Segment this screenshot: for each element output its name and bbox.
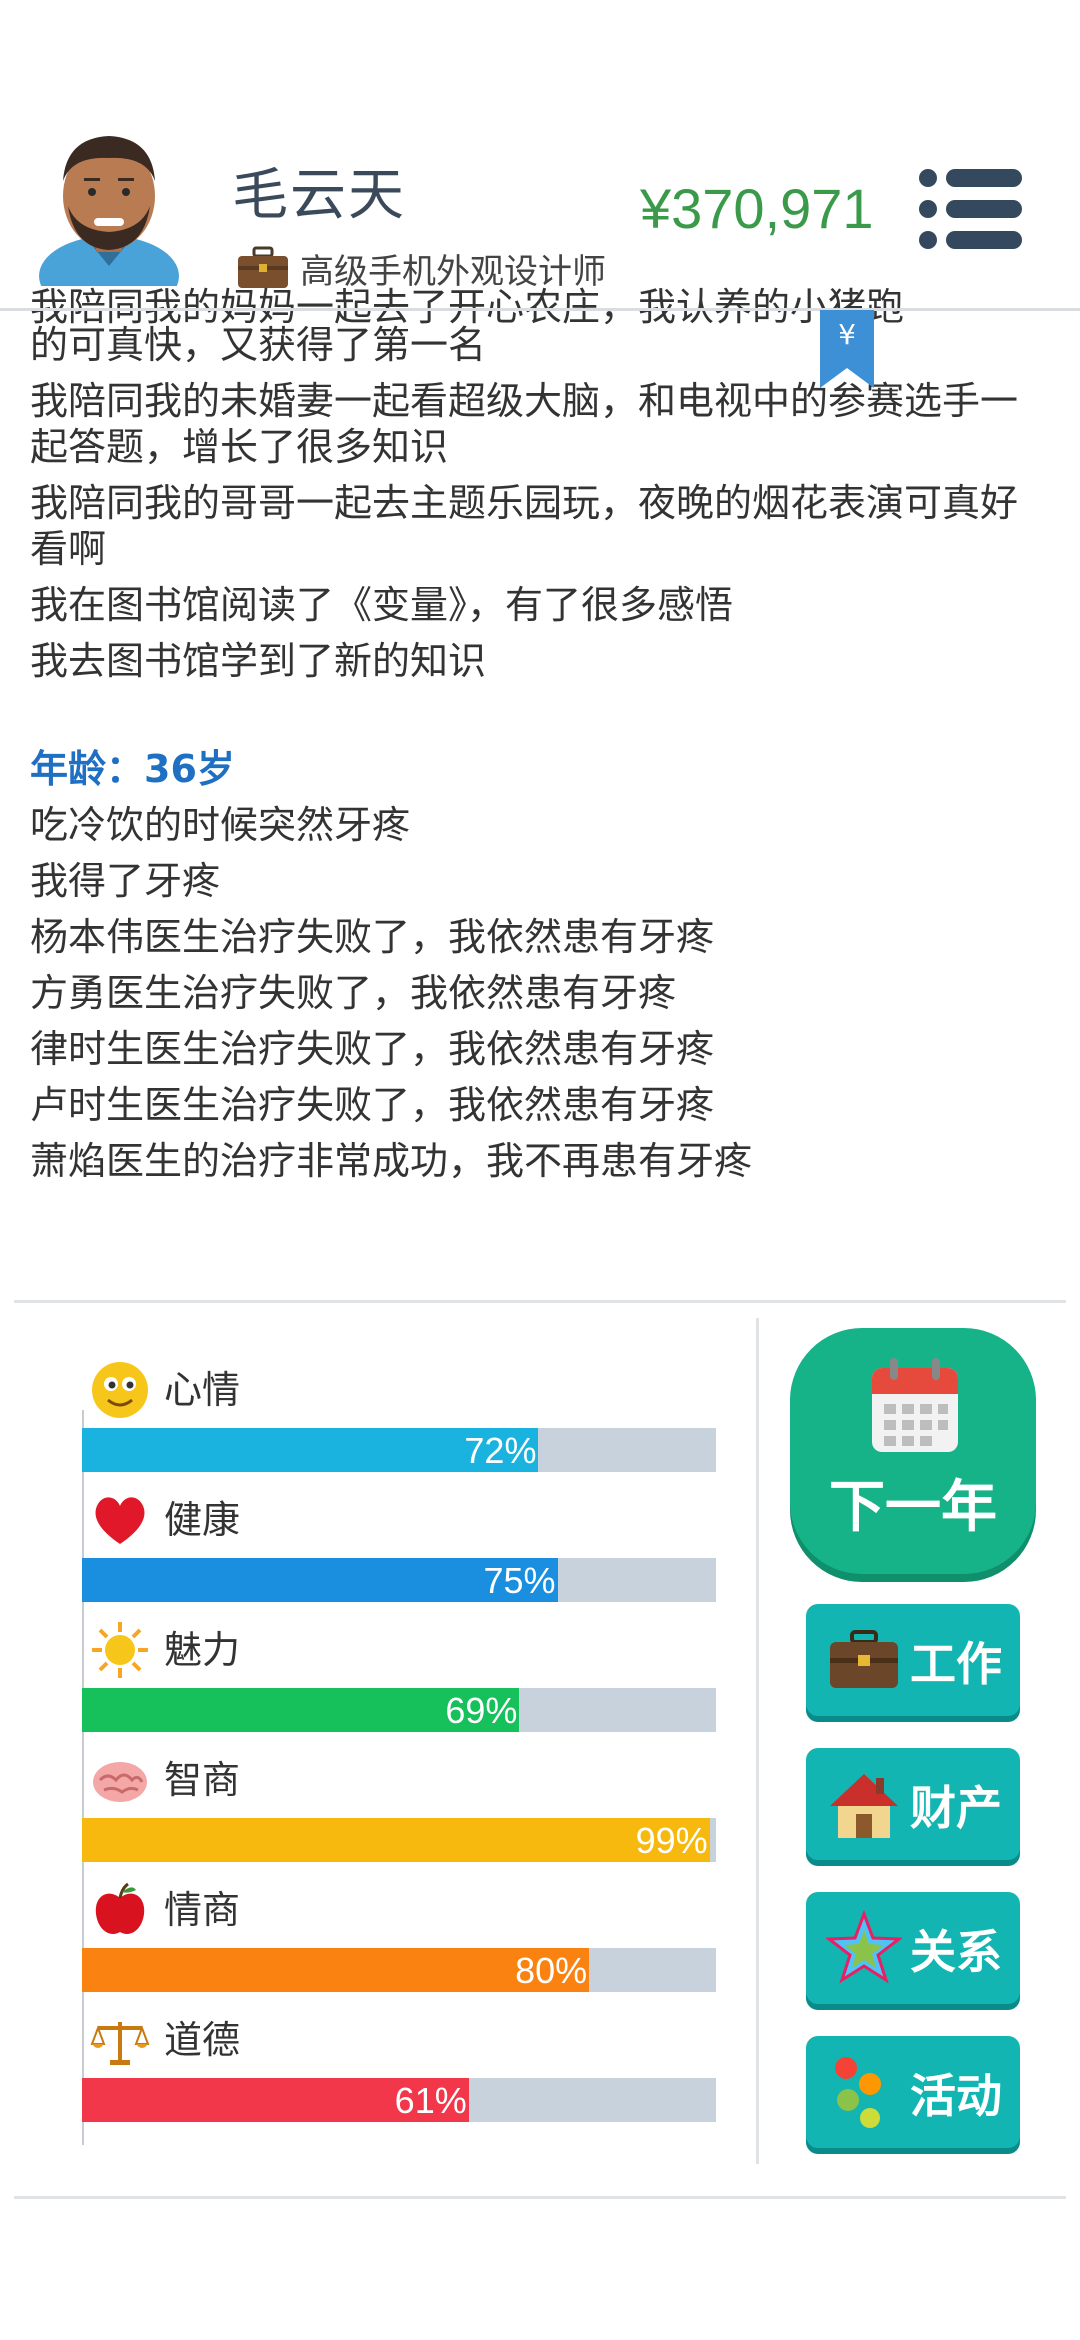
log-entry: 我陪同我的哥哥一起去主题乐园玩，夜晚的烟花表演可真好看啊 (30, 481, 1019, 571)
relations-label: 关系 (910, 1925, 1002, 1979)
calendar-icon (872, 1358, 958, 1452)
stat-label: 健康 (164, 1498, 241, 1542)
next-year-button[interactable]: 下一年 (790, 1328, 1036, 1574)
bottom-divider (14, 2196, 1066, 2199)
property-label: 财产 (910, 1781, 1002, 1835)
avatar (39, 136, 179, 286)
stat-bar-fill: 75% (82, 1558, 558, 1602)
next-year-label: 下一年 (829, 1475, 997, 1540)
stat-bar-fill: 80% (82, 1948, 590, 1992)
dots-icon (835, 2057, 881, 2128)
stat-bar-track: 80% (82, 1948, 716, 1992)
heart-icon (95, 1497, 145, 1544)
star-icon (826, 1910, 902, 1984)
stat-label: 智商 (164, 1758, 241, 1802)
stat-bar-track: 61% (82, 2078, 716, 2122)
stat-bar-fill: 61% (82, 2078, 469, 2122)
stat-label: 道德 (164, 2018, 241, 2062)
player-name: 毛云天 (232, 163, 406, 228)
smiley-icon (92, 1362, 148, 1418)
stat-percent: 69% (445, 1690, 518, 1731)
log-entry: 杨本伟医生治疗失败了，我依然患有牙疼 (30, 915, 715, 959)
property-button[interactable]: 财产 (806, 1748, 1020, 1860)
panel-separator (756, 1318, 759, 2164)
brain-icon (93, 1762, 147, 1802)
scales-icon (90, 2022, 150, 2065)
sun-icon (92, 1622, 148, 1678)
log-entry: 我在图书馆阅读了《变量》，有了很多感悟 (30, 583, 734, 627)
stat-percent: 80% (515, 1950, 588, 1991)
stat-bar-track: 72% (82, 1428, 716, 1472)
menu-icon[interactable] (918, 166, 1024, 252)
work-label: 工作 (910, 1637, 1002, 1691)
svg-text:¥: ¥ (838, 318, 856, 351)
age-heading: 年龄：36岁 (30, 747, 235, 791)
stat-bar-fill: 69% (82, 1688, 520, 1732)
relations-button[interactable]: 关系 (806, 1892, 1020, 2004)
log-entry: 我去图书馆学到了新的知识 (30, 639, 487, 683)
work-button[interactable]: 工作 (806, 1604, 1020, 1716)
log-entry: 吃冷饮的时候突然牙疼 (30, 803, 411, 847)
log-entry: 我得了牙疼 (30, 859, 221, 903)
briefcase-icon (830, 1630, 898, 1688)
log-entry: 卢时生医生治疗失败了，我依然患有牙疼 (30, 1083, 715, 1127)
stat-label: 心情 (164, 1368, 241, 1412)
stat-percent: 61% (394, 2080, 467, 2121)
apple-icon (95, 1882, 145, 1934)
life-log: 我陪同我的妈妈一起去了开心农庄，我认养的小猪跑 的可真快，又获得了第一名 我陪同… (30, 285, 1040, 1194)
stat-percent: 72% (464, 1430, 537, 1471)
stats-axis-line (82, 1410, 84, 2145)
house-icon (830, 1774, 898, 1838)
stat-percent: 75% (483, 1560, 556, 1601)
stat-bar-track: 99% (82, 1818, 716, 1862)
yuan-bookmark-icon[interactable]: ¥ (818, 310, 876, 388)
stat-label: 情商 (164, 1888, 241, 1932)
activities-label: 活动 (910, 2069, 1002, 2123)
stat-bar-fill: 99% (82, 1818, 710, 1862)
section-divider (14, 1300, 1066, 1303)
profile-header: 毛云天 高级手机外观设计师 ¥370,971 (0, 0, 1080, 310)
log-entry: 律时生医生治疗失败了，我依然患有牙疼 (30, 1027, 715, 1071)
log-entry: 方勇医生治疗失败了，我依然患有牙疼 (30, 971, 677, 1015)
stat-label: 魅力 (164, 1628, 241, 1672)
activities-button[interactable]: 活动 (806, 2036, 1020, 2148)
header-divider (0, 308, 1080, 311)
log-entry: 我陪同我的未婚妻一起看超级大脑，和电视中的参赛选手一起答题，增长了很多知识 (30, 379, 1019, 469)
money-balance: ¥370,971 (640, 177, 874, 240)
stat-bar-track: 75% (82, 1558, 716, 1602)
log-entry: 萧焰医生的治疗非常成功，我不再患有牙疼 (30, 1139, 753, 1183)
stat-bar-track: 69% (82, 1688, 716, 1732)
stat-bar-fill: 72% (82, 1428, 539, 1472)
stat-percent: 99% (635, 1820, 708, 1861)
